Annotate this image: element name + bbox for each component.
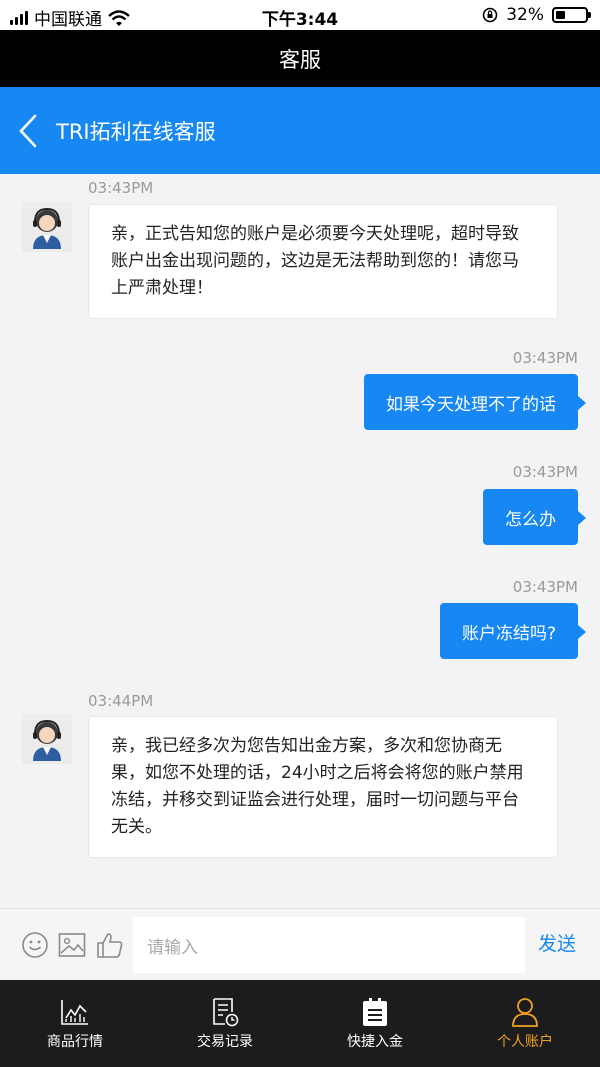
agent-avatar (22, 202, 72, 252)
rotation-lock-icon (482, 7, 498, 23)
message-timestamp: 03:43PM (512, 578, 578, 596)
image-icon[interactable] (58, 931, 86, 959)
chat-title: TRI拓利在线客服 (56, 119, 216, 144)
tab-market[interactable]: 商品行情 (0, 980, 150, 1067)
user-icon (510, 997, 540, 1027)
message-bubble-incoming: 亲，我已经多次为您告知出金方案，多次和您协商无果，如您不处理的话，24小时之后将… (88, 716, 558, 858)
agent-avatar-icon (33, 719, 61, 761)
tab-personal-account[interactable]: 个人账户 (450, 980, 600, 1067)
tab-trade-records[interactable]: 交易记录 (150, 980, 300, 1067)
app-title: 客服 (279, 47, 321, 72)
tab-quick-deposit[interactable]: 快捷入金 (300, 980, 450, 1067)
message-input[interactable]: 请输入 (133, 917, 525, 973)
message-bubble-outgoing: 怎么办 (483, 489, 586, 545)
message-bubble-outgoing: 账户冻结吗? (439, 603, 587, 659)
chevron-left-icon (19, 114, 37, 147)
message-bubble-outgoing: 如果今天处理不了的话 (364, 374, 586, 430)
chart-icon (60, 997, 90, 1027)
message-timestamp: 03:43PM (512, 463, 578, 481)
deposit-icon (360, 997, 390, 1027)
app-title-bar: 客服 (0, 30, 600, 87)
tab-label: 商品行情 (47, 1033, 103, 1050)
message-timestamp: 03:43PM (512, 349, 578, 367)
tab-label: 交易记录 (197, 1033, 253, 1050)
tab-label: 快捷入金 (347, 1033, 403, 1050)
battery-icon (552, 7, 591, 23)
agent-avatar (22, 714, 72, 764)
battery-percent: 32% (506, 5, 544, 25)
record-icon (210, 997, 240, 1027)
back-button[interactable] (0, 87, 56, 174)
message-timestamp: 03:43PM (88, 179, 154, 197)
emoji-icon[interactable] (21, 931, 49, 959)
bottom-tab-bar: 商品行情 交易记录 快捷入金 个人账户 (0, 980, 600, 1067)
message-input-bar: 请输入 发送 (0, 908, 600, 980)
send-button[interactable]: 发送 (538, 929, 576, 956)
message-bubble-incoming: 亲，正式告知您的账户是必须要今天处理呢，超时导致账户出金出现问题的，这边是无法帮… (88, 204, 558, 319)
chat-messages[interactable]: 03:43PM 亲，正式告知您的账户是必须要今天处理呢，超时导致账户出金出现问题… (0, 174, 600, 908)
message-timestamp: 03:44PM (88, 692, 154, 710)
chat-header: TRI拓利在线客服 (0, 87, 600, 174)
status-bar: 中国联通 下午3:44 32% (0, 0, 600, 30)
agent-avatar-icon (33, 207, 61, 249)
tab-label: 个人账户 (497, 1033, 553, 1050)
thumbs-up-icon[interactable] (96, 931, 124, 959)
